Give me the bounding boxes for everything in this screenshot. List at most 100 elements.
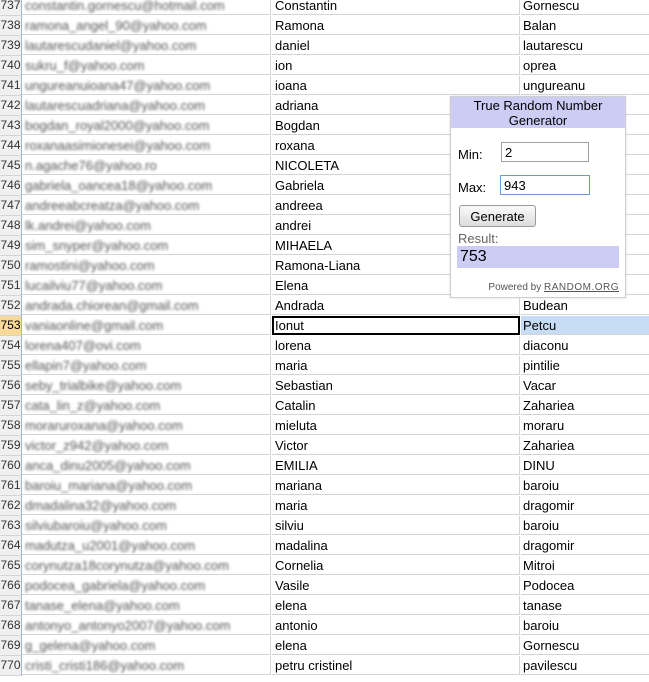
row-number[interactable]: 742 [0,96,22,116]
email-cell[interactable]: anca_dinu2005@yahoo.com [22,456,271,475]
row-number[interactable]: 763 [0,516,22,536]
generate-button[interactable]: Generate [459,205,536,227]
email-cell[interactable]: tanase_elena@yahoo.com [22,596,271,615]
last-name-cell[interactable]: tanase [521,596,649,615]
email-cell[interactable]: sim_snyper@yahoo.com [22,236,271,255]
first-name-cell[interactable]: Ramona [272,16,520,35]
email-cell[interactable]: ramostini@yahoo.com [22,256,271,275]
row-number[interactable]: 758 [0,416,22,436]
last-name-cell[interactable]: lautarescu [521,36,649,55]
first-name-cell[interactable]: Andrada [272,296,520,315]
first-name-cell[interactable]: Sebastian [272,376,520,395]
first-name-cell[interactable]: antonio [272,616,520,635]
first-name-cell[interactable]: maria [272,356,520,375]
email-cell[interactable]: seby_trialbike@yahoo.com [22,376,271,395]
first-name-cell[interactable]: Cornelia [272,556,520,575]
email-cell[interactable]: lk.andrei@yahoo.com [22,216,271,235]
row-number[interactable]: 754 [0,336,22,356]
max-input[interactable] [500,175,590,195]
last-name-cell[interactable]: Podocea [521,576,649,595]
email-cell[interactable]: cata_lin_z@yahoo.com [22,396,271,415]
last-name-cell[interactable]: Petcu [521,316,649,335]
row-number[interactable]: 767 [0,596,22,616]
row-number[interactable]: 749 [0,236,22,256]
email-cell[interactable]: madutza_u2001@yahoo.com [22,536,271,555]
email-cell[interactable]: g_gelena@yahoo.com [22,636,271,655]
last-name-cell[interactable]: diaconu [521,336,649,355]
random-org-link[interactable]: RANDOM.ORG [544,282,619,293]
email-cell[interactable]: lorena407@ovi.com [22,336,271,355]
row-number[interactable]: 756 [0,376,22,396]
email-cell[interactable]: constantin.gornescu@hotmail.com [22,0,271,15]
row-number[interactable]: 746 [0,176,22,196]
row-number[interactable]: 737 [0,0,22,16]
last-name-cell[interactable]: DINU [521,456,649,475]
first-name-cell[interactable]: silviu [272,516,520,535]
last-name-cell[interactable]: baroiu [521,516,649,535]
row-number[interactable]: 748 [0,216,22,236]
email-cell[interactable]: ramona_angel_90@yahoo.com [22,16,271,35]
email-cell[interactable]: gabriela_oancea18@yahoo.com [22,176,271,195]
row-number[interactable]: 769 [0,636,22,656]
first-name-cell[interactable]: Ionut [272,316,520,335]
row-number[interactable]: 752 [0,296,22,316]
email-cell[interactable]: dmadalina32@yahoo.com [22,496,271,515]
email-cell[interactable]: bogdan_royal2000@yahoo.com [22,116,271,135]
first-name-cell[interactable]: ioana [272,76,520,95]
first-name-cell[interactable]: mariana [272,476,520,495]
email-cell[interactable]: vaniaonline@gmail.com [22,316,271,335]
last-name-cell[interactable]: moraru [521,416,649,435]
last-name-cell[interactable]: Mitroi [521,556,649,575]
first-name-cell[interactable]: Constantin [272,0,520,15]
first-name-cell[interactable]: Catalin [272,396,520,415]
row-number[interactable]: 740 [0,56,22,76]
row-number[interactable]: 745 [0,156,22,176]
last-name-cell[interactable]: pintilie [521,356,649,375]
email-cell[interactable]: ungureanuioana47@yahoo.com [22,76,271,95]
last-name-cell[interactable]: Gornescu [521,636,649,655]
row-number[interactable]: 744 [0,136,22,156]
email-cell[interactable]: n.agache76@yahoo.ro [22,156,271,175]
row-number[interactable]: 747 [0,196,22,216]
row-number[interactable]: 764 [0,536,22,556]
last-name-cell[interactable]: Gornescu [521,0,649,15]
email-cell[interactable]: corynutza18corynutza@yahoo.com [22,556,271,575]
first-name-cell[interactable]: maria [272,496,520,515]
row-number[interactable]: 770 [0,656,22,676]
email-cell[interactable]: silviubaroiu@yahoo.com [22,516,271,535]
row-number[interactable]: 766 [0,576,22,596]
email-cell[interactable]: victor_z942@yahoo.com [22,436,271,455]
row-number[interactable]: 759 [0,436,22,456]
row-number[interactable]: 765 [0,556,22,576]
email-cell[interactable]: andreeabcreatza@yahoo.com [22,196,271,215]
row-number[interactable]: 762 [0,496,22,516]
row-number[interactable]: 738 [0,16,22,36]
first-name-cell[interactable]: lorena [272,336,520,355]
row-number[interactable]: 757 [0,396,22,416]
last-name-cell[interactable]: Zahariea [521,436,649,455]
email-cell[interactable]: lucailviu77@yahoo.com [22,276,271,295]
email-cell[interactable]: ellapin7@yahoo.com [22,356,271,375]
last-name-cell[interactable]: pavilescu [521,656,649,675]
email-cell[interactable]: baroiu_mariana@yahoo.com [22,476,271,495]
row-number[interactable]: 751 [0,276,22,296]
last-name-cell[interactable]: Budean [521,296,649,315]
last-name-cell[interactable]: Zahariea [521,396,649,415]
email-cell[interactable]: podocea_gabriela@yahoo.com [22,576,271,595]
row-number[interactable]: 755 [0,356,22,376]
row-number[interactable]: 768 [0,616,22,636]
email-cell[interactable]: sukru_f@yahoo.com [22,56,271,75]
first-name-cell[interactable]: madalina [272,536,520,555]
first-name-cell[interactable]: Victor [272,436,520,455]
email-cell[interactable]: moraruroxana@yahoo.com [22,416,271,435]
first-name-cell[interactable]: Vasile [272,576,520,595]
first-name-cell[interactable]: elena [272,596,520,615]
last-name-cell[interactable]: baroiu [521,476,649,495]
row-number[interactable]: 761 [0,476,22,496]
row-number[interactable]: 741 [0,76,22,96]
first-name-cell[interactable]: ion [272,56,520,75]
min-input[interactable] [501,142,589,162]
last-name-cell[interactable]: oprea [521,56,649,75]
last-name-cell[interactable]: dragomir [521,496,649,515]
row-number[interactable]: 753 [0,316,22,336]
